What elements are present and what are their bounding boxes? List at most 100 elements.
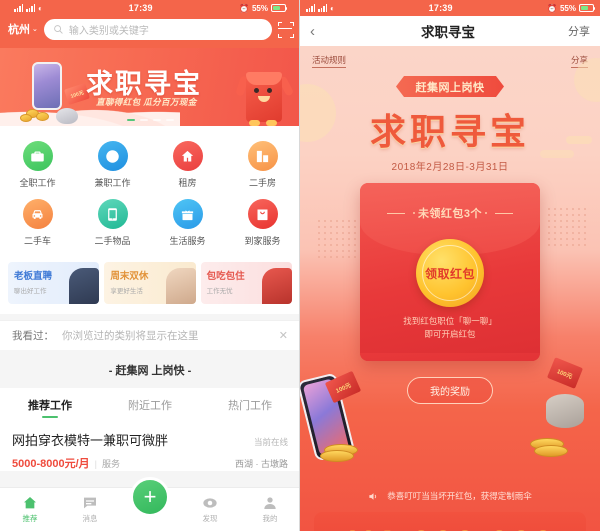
speaker-icon bbox=[369, 492, 377, 500]
status-bar-time: 17:39 bbox=[128, 3, 153, 13]
alarm-clock-icon: ⏰ bbox=[239, 3, 249, 13]
house-icon bbox=[172, 141, 203, 171]
browsing-history-bar: 我看过： 你浏览过的类别将显示在这里 ✕ bbox=[0, 320, 300, 350]
pagination-dot-4[interactable] bbox=[165, 118, 174, 121]
status-bar-right-screen: ◐ 17:39 ⏰ 55% bbox=[300, 0, 600, 16]
tab-recommended-jobs[interactable]: 推荐工作 bbox=[0, 388, 100, 420]
banner-phone-image bbox=[32, 62, 62, 110]
promo-card-list: 老板直聘 聊出好工作 周末双休 享更好生活 包吃包住 工作无忧 bbox=[0, 260, 300, 314]
category-grid: 全职工作 兼职工作 租房 二手房 二手车 二手物品 生活服务 到家服务 bbox=[0, 126, 300, 260]
claim-red-packet-button[interactable]: 领取红包 bbox=[416, 239, 484, 307]
left-screen-home: ◐ 17:39 ⏰ 55% 杭州 ⌄ 输入类别或关键字 100元 求职寻宝 直聊… bbox=[0, 0, 300, 531]
tab-label: 我的 bbox=[262, 514, 278, 523]
wifi-icon: ◐ bbox=[38, 3, 43, 13]
scan-code-icon[interactable] bbox=[278, 22, 292, 36]
page-title: 求职寻宝 bbox=[421, 25, 475, 40]
category-item-full-time[interactable]: 全职工作 bbox=[0, 136, 75, 194]
activity-title: 求职寻宝 bbox=[369, 112, 530, 153]
status-bar-right: ⏰ 55% bbox=[547, 3, 596, 13]
red-envelope: 未领红包3个 领取红包 找到红包职位「聊一聊」 即可开启红包 bbox=[360, 183, 540, 361]
job-row-top: 网拍穿衣模特一兼职可微胖 当前在线 bbox=[12, 430, 288, 449]
tab-recommend[interactable]: 推荐 bbox=[0, 495, 60, 524]
category-label: 二手房 bbox=[248, 178, 276, 188]
home-icon bbox=[24, 497, 36, 509]
jobs-section-heading: - 赶集网 上岗快 - bbox=[0, 350, 300, 388]
signal-bars-icon bbox=[306, 4, 315, 12]
search-row: 杭州 ⌄ 输入类别或关键字 bbox=[8, 16, 292, 42]
search-input[interactable]: 输入类别或关键字 bbox=[43, 18, 272, 40]
car-icon bbox=[22, 199, 53, 229]
category-label: 全职工作 bbox=[19, 178, 56, 188]
category-label: 兼职工作 bbox=[94, 178, 131, 188]
jobs-section: 推荐工作 附近工作 热门工作 网拍穿衣模特一兼职可微胖 当前在线 5000-80… bbox=[0, 388, 300, 471]
decor-dots-right bbox=[546, 206, 586, 250]
discover-icon bbox=[203, 498, 217, 508]
mascot-icon bbox=[235, 58, 295, 126]
promo-card-boss-hire[interactable]: 老板直聘 聊出好工作 bbox=[8, 262, 100, 304]
unclaimed-count-text: 未领红包3个 bbox=[417, 208, 483, 220]
category-item-second-hand-car[interactable]: 二手车 bbox=[0, 194, 75, 252]
category-item-life-services[interactable]: 生活服务 bbox=[150, 194, 225, 252]
decor-coins-right-2 bbox=[534, 445, 568, 457]
signal-bars-icon-2 bbox=[318, 4, 327, 12]
close-icon[interactable]: ✕ bbox=[279, 329, 288, 342]
battery-percent: 55% bbox=[559, 3, 576, 13]
clock-icon bbox=[97, 141, 128, 171]
promo-card-room-and-board[interactable]: 包吃包住 工作无忧 bbox=[200, 262, 292, 304]
pagination-dot-3[interactable] bbox=[152, 118, 161, 121]
alarm-clock-icon: ⏰ bbox=[547, 3, 557, 13]
red-envelope-card[interactable]: 未领红包3个 领取红包 找到红包职位「聊一聊」 即可开启红包 我的奖励 bbox=[360, 183, 540, 404]
history-hint: 你浏览过的类别将显示在这里 bbox=[62, 330, 199, 342]
battery-percent: 55% bbox=[251, 3, 268, 13]
pagination-dot-1[interactable] bbox=[126, 118, 135, 121]
activity-date-range: 2018年2月28日-3月31日 bbox=[391, 162, 509, 173]
back-arrow-icon[interactable]: ‹ bbox=[310, 23, 340, 40]
right-screen-activity: ◐ 17:39 ⏰ 55% ‹ 求职寻宝 分享 活动规则 分享 赶集网上岗快 求… bbox=[300, 0, 600, 531]
nav-share-button[interactable]: 分享 bbox=[556, 23, 590, 39]
signal-bars-icon bbox=[14, 4, 23, 12]
banner-subtitle: 直聊得红包 瓜分百万现金 bbox=[96, 97, 197, 107]
category-item-second-hand-house[interactable]: 二手房 bbox=[225, 136, 300, 194]
banner-pagination[interactable] bbox=[0, 118, 300, 121]
tab-discover[interactable]: 发现 bbox=[180, 495, 240, 524]
battery-icon bbox=[270, 4, 288, 12]
wifi-icon: ◐ bbox=[330, 3, 335, 13]
tab-nearby-jobs[interactable]: 附近工作 bbox=[100, 388, 200, 420]
job-location: 西湖 · 古墩路 bbox=[235, 459, 288, 469]
category-label: 租房 bbox=[178, 178, 197, 188]
job-list-item[interactable]: 网拍穿衣模特一兼职可微胖 当前在线 5000-8000元/月 | 服务 西湖 ·… bbox=[0, 420, 300, 471]
decor-coin-stack-image bbox=[546, 394, 584, 428]
post-button[interactable]: + bbox=[130, 477, 170, 517]
prize-pool-card: ￥1,000,000 bbox=[314, 512, 586, 531]
tab-label: 推荐 bbox=[22, 514, 38, 523]
box-plant-icon bbox=[172, 199, 203, 229]
tab-popular-jobs[interactable]: 热门工作 bbox=[200, 388, 300, 420]
pagination-dot-2[interactable] bbox=[139, 118, 148, 121]
promo-photo bbox=[261, 268, 292, 304]
category-item-second-hand-goods[interactable]: 二手物品 bbox=[75, 194, 150, 252]
category-item-part-time[interactable]: 兼职工作 bbox=[75, 136, 150, 194]
person-icon bbox=[264, 497, 276, 509]
status-bar-left: ◐ bbox=[14, 3, 43, 13]
city-selector[interactable]: 杭州 ⌄ bbox=[8, 21, 38, 37]
promo-banner[interactable]: 100元 求职寻宝 直聊得红包 瓜分百万现金 bbox=[0, 48, 300, 126]
promo-card-weekend-off[interactable]: 周末双休 享更好生活 bbox=[104, 262, 196, 304]
category-item-home-services[interactable]: 到家服务 bbox=[225, 194, 300, 252]
category-item-rent[interactable]: 租房 bbox=[150, 136, 225, 194]
instruction-line-1: 找到红包职位「聊一聊」 bbox=[403, 316, 497, 326]
message-icon bbox=[84, 497, 96, 509]
promo-photo bbox=[69, 268, 100, 304]
phone-icon bbox=[97, 199, 128, 229]
job-online-status: 当前在线 bbox=[253, 437, 288, 447]
status-bar: ◐ 17:39 ⏰ 55% bbox=[8, 0, 292, 16]
activity-toolbar: 活动规则 分享 bbox=[300, 46, 600, 68]
tab-messages[interactable]: 消息 bbox=[60, 495, 120, 524]
job-row-bottom: 5000-8000元/月 | 服务 西湖 · 古墩路 bbox=[12, 455, 288, 471]
status-bar-left: ◐ bbox=[306, 3, 335, 13]
my-rewards-button[interactable]: 我的奖励 bbox=[407, 377, 493, 404]
status-bar-time: 17:39 bbox=[428, 3, 453, 13]
search-placeholder: 输入类别或关键字 bbox=[68, 25, 149, 37]
tab-profile[interactable]: 我的 bbox=[240, 495, 300, 524]
activity-rules-link[interactable]: 活动规则 bbox=[312, 54, 347, 68]
job-separator: | bbox=[94, 459, 98, 469]
